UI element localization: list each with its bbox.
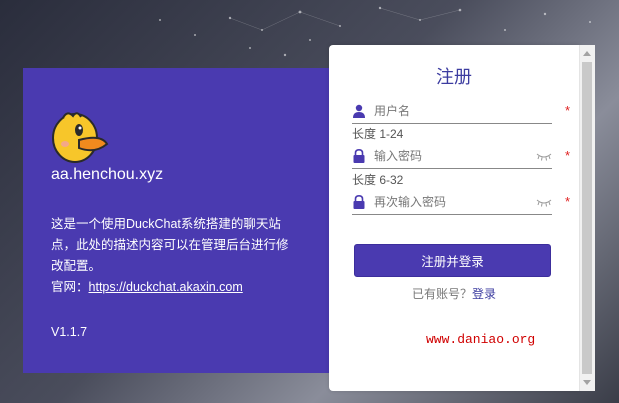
watermark-text: www.daniao.org bbox=[426, 332, 536, 347]
have-account-text: 已有账号？ bbox=[411, 287, 472, 301]
username-field bbox=[352, 101, 552, 124]
register-title: 注册 bbox=[436, 67, 472, 87]
register-and-login-button[interactable]: 注册并登录 bbox=[354, 244, 551, 277]
password-hint: 长度 6-32 bbox=[352, 173, 404, 187]
scroll-up-arrow-icon[interactable] bbox=[583, 51, 591, 56]
username-input[interactable] bbox=[374, 102, 534, 120]
eye-closed-icon[interactable] bbox=[536, 151, 552, 161]
card-scrollbar[interactable] bbox=[579, 45, 595, 391]
site-info-panel: aa.henchou.xyz 这是一个使用DuckChat系统搭建的聊天站点，此… bbox=[23, 68, 341, 373]
confirm-password-input[interactable] bbox=[374, 193, 534, 211]
confirm-password-field bbox=[352, 192, 552, 215]
confirm-password-required-mark: * bbox=[565, 194, 571, 209]
password-required-mark: * bbox=[565, 148, 571, 163]
password-field bbox=[352, 146, 552, 169]
official-link[interactable]: https://duckchat.akaxin.com bbox=[89, 280, 243, 294]
username-required-mark: * bbox=[565, 103, 571, 118]
scroll-down-arrow-icon[interactable] bbox=[583, 380, 591, 385]
password-input[interactable] bbox=[374, 147, 534, 165]
scrollbar-thumb[interactable] bbox=[582, 62, 592, 374]
login-prompt: 已有账号？登录 bbox=[329, 285, 579, 302]
site-name: aa.henchou.xyz bbox=[51, 166, 164, 183]
official-label: 官网： bbox=[51, 280, 89, 294]
duck-logo-icon bbox=[52, 112, 109, 163]
login-link[interactable]: 登录 bbox=[472, 287, 496, 301]
lock-icon bbox=[353, 149, 365, 163]
official-site-row: 官网：https://duckchat.akaxin.com bbox=[51, 276, 243, 295]
username-hint: 长度 1-24 bbox=[352, 127, 404, 141]
register-card: 注册 * 长度 1-24 * 长度 6-32 * 注册并登录 bbox=[329, 45, 579, 391]
user-icon bbox=[353, 104, 365, 118]
site-description: 这是一个使用DuckChat系统搭建的聊天站点，此处的描述内容可以在管理后台进行… bbox=[51, 217, 289, 273]
lock-icon bbox=[353, 195, 365, 209]
version-label: V1.1.7 bbox=[51, 325, 88, 339]
eye-closed-icon[interactable] bbox=[536, 197, 552, 207]
